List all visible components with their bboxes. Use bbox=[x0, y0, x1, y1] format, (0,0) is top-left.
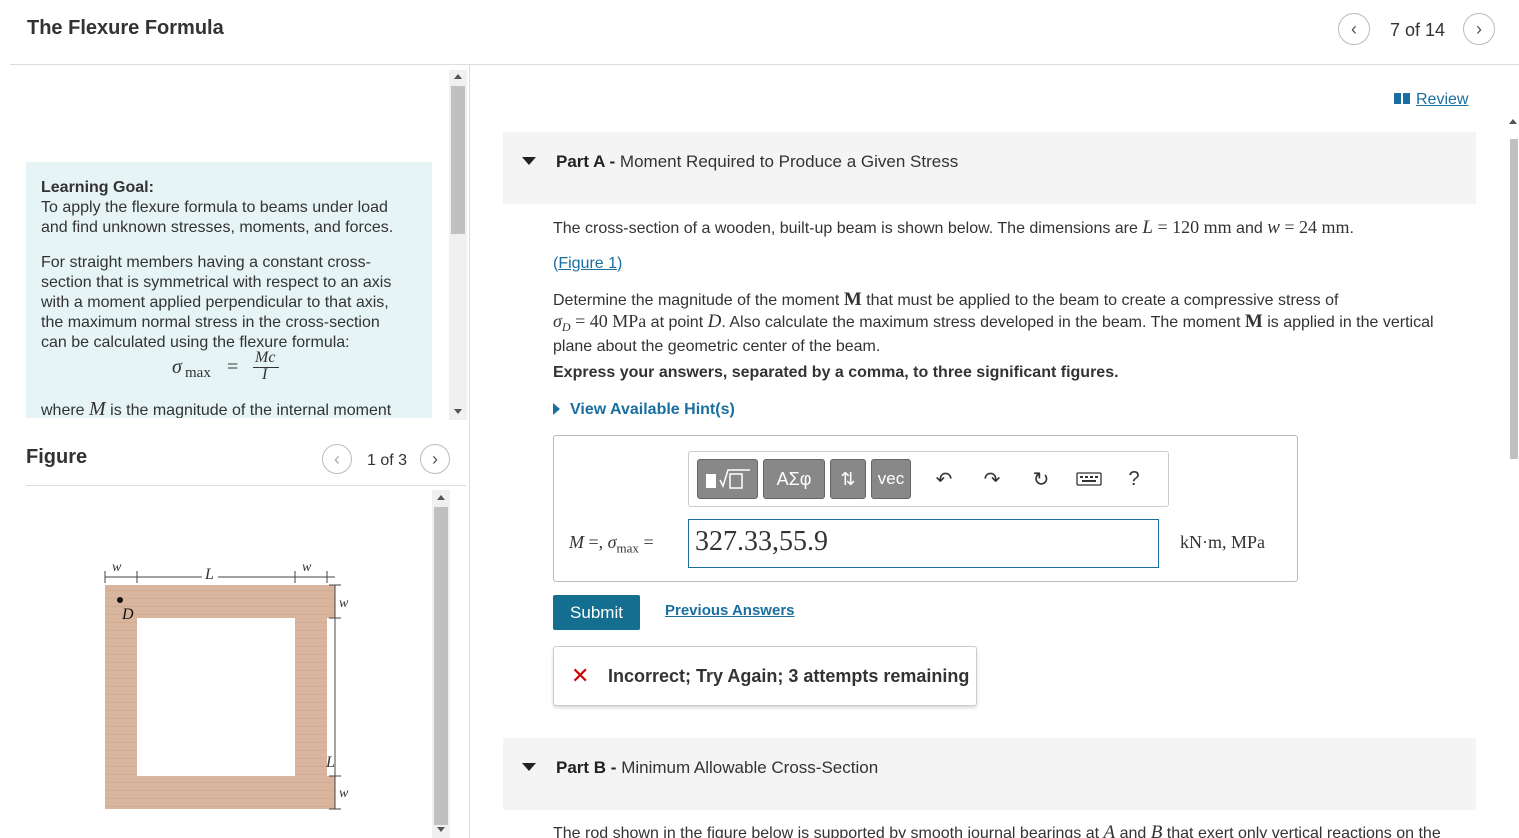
hints-label: View Available Hint(s) bbox=[570, 401, 735, 418]
learning-goal-line: and find unknown stresses, moments, and … bbox=[41, 219, 394, 236]
submit-button[interactable]: Submit bbox=[553, 595, 640, 630]
collapse-triangle-icon[interactable] bbox=[522, 763, 536, 771]
part-a-header[interactable]: Part A - Moment Required to Produce a Gi… bbox=[503, 132, 1476, 204]
paragraph-line: can be calculated using the flexure form… bbox=[41, 334, 350, 351]
reset-icon[interactable]: ↻ bbox=[1026, 464, 1056, 494]
greek-symbols-button[interactable]: ΑΣφ bbox=[763, 459, 825, 499]
top-board bbox=[105, 585, 335, 618]
review-label: Review bbox=[1416, 91, 1469, 108]
learning-goal-paragraph: For straight members having a constant c… bbox=[41, 253, 417, 353]
learning-goal-box: Learning Goal: To apply the flexure form… bbox=[26, 162, 432, 418]
scroll-up-icon[interactable] bbox=[437, 495, 445, 500]
figure-prev-button[interactable]: ‹ bbox=[322, 444, 352, 474]
next-page-button[interactable]: › bbox=[1463, 13, 1495, 45]
dim-label-w: w bbox=[302, 560, 312, 575]
learning-goal-line: To apply the flexure formula to beams un… bbox=[41, 199, 388, 216]
chevron-left-icon: ‹ bbox=[1351, 18, 1357, 39]
paragraph-line: with a moment applied perpendicular to t… bbox=[41, 294, 389, 311]
flexure-formula: σ max = Mc I bbox=[41, 349, 417, 399]
point-D-label: D bbox=[121, 606, 134, 623]
dim-label-L: L bbox=[325, 754, 335, 771]
figure-scrollbar[interactable] bbox=[432, 490, 450, 838]
figure-1-link[interactable]: Figure 1 bbox=[558, 255, 617, 272]
chevron-left-icon: ‹ bbox=[334, 448, 340, 469]
undo-icon[interactable]: ↶ bbox=[929, 464, 959, 494]
formula-denominator: I bbox=[262, 366, 268, 383]
dim-label-w: w bbox=[112, 560, 122, 575]
prev-page-button[interactable]: ‹ bbox=[1338, 13, 1370, 45]
learning-goal-scrollbar[interactable] bbox=[449, 70, 467, 420]
scroll-down-icon[interactable] bbox=[437, 827, 445, 832]
book-icon bbox=[1394, 93, 1410, 104]
collapse-triangle-icon[interactable] bbox=[522, 157, 536, 165]
chevron-right-icon: › bbox=[1476, 18, 1482, 39]
answer-input[interactable]: 327.33,55.9 bbox=[688, 519, 1159, 568]
paragraph-line: section that is symmetrical with respect… bbox=[41, 274, 392, 291]
formula-sigma: σ bbox=[172, 356, 182, 378]
review-link[interactable]: Review bbox=[1394, 91, 1468, 109]
previous-answers-link[interactable]: Previous Answers bbox=[665, 602, 795, 619]
dim-label-w: w bbox=[339, 786, 349, 801]
scroll-down-icon[interactable] bbox=[454, 409, 462, 414]
feedback-box: ✕ Incorrect; Try Again; 3 attempts remai… bbox=[553, 646, 977, 706]
feedback-text: Incorrect; Try Again; 3 attempts remaini… bbox=[608, 666, 970, 686]
part-b-header[interactable]: Part B - Minimum Allowable Cross-Section bbox=[503, 738, 1476, 810]
panel-divider bbox=[469, 65, 470, 838]
page-counter: 7 of 14 bbox=[1390, 20, 1446, 40]
templates-icon bbox=[705, 469, 750, 489]
part-a-title: Part A - Moment Required to Produce a Gi… bbox=[556, 152, 959, 171]
figure-divider bbox=[26, 485, 466, 486]
scroll-thumb[interactable] bbox=[451, 86, 465, 234]
part-b-title: Part B - Minimum Allowable Cross-Section bbox=[556, 758, 879, 777]
where-M: M bbox=[89, 398, 106, 418]
scroll-thumb[interactable] bbox=[434, 507, 448, 825]
figure-counter: 1 of 3 bbox=[367, 452, 408, 469]
where-text: where bbox=[41, 402, 90, 418]
beam-cross-section-figure: w L w D w L w bbox=[104, 560, 349, 810]
formula-equals: = bbox=[227, 356, 239, 378]
help-button[interactable]: ? bbox=[1119, 464, 1149, 494]
view-hints-toggle[interactable]: View Available Hint(s) bbox=[553, 401, 735, 419]
part-b-question-text: The rod shown in the figure below is sup… bbox=[553, 822, 1441, 838]
dim-label-L: L bbox=[204, 566, 214, 583]
subscript-superscript-button[interactable]: ⇅ bbox=[830, 459, 866, 499]
redo-icon[interactable]: ↷ bbox=[977, 464, 1007, 494]
main-scrollbar[interactable] bbox=[1507, 115, 1519, 838]
figure-link[interactable]: (Figure 1) bbox=[553, 254, 622, 274]
bottom-board bbox=[105, 776, 335, 809]
formula-sub: max bbox=[185, 365, 211, 381]
error-x-icon: ✕ bbox=[571, 663, 590, 688]
caret-right-icon bbox=[553, 403, 560, 415]
scroll-thumb[interactable] bbox=[1510, 139, 1518, 459]
header: The Flexure Formula ‹ 7 of 14 › bbox=[0, 0, 1519, 64]
dim-label-w: w bbox=[339, 596, 349, 611]
answer-label: M =, σmax = bbox=[569, 532, 654, 556]
learning-goal-where: where M is the magnitude of the internal… bbox=[41, 399, 417, 418]
page-title: The Flexure Formula bbox=[27, 17, 224, 39]
vector-button[interactable]: vec bbox=[871, 459, 911, 499]
answer-instruction: Express your answers, separated by a com… bbox=[553, 364, 1119, 381]
left-board bbox=[105, 618, 137, 776]
where-text: is the magnitude of the internal moment bbox=[105, 402, 392, 418]
point-D-marker bbox=[117, 597, 123, 603]
answer-units: kN·m, MPa bbox=[1180, 532, 1265, 552]
right-board bbox=[295, 618, 327, 776]
figure-title: Figure bbox=[26, 446, 88, 468]
templates-button[interactable] bbox=[697, 459, 758, 499]
figure-next-button[interactable]: › bbox=[420, 444, 450, 474]
keyboard-icon[interactable] bbox=[1074, 464, 1104, 494]
scroll-up-icon[interactable] bbox=[1509, 119, 1517, 124]
paragraph-line: For straight members having a constant c… bbox=[41, 254, 371, 271]
learning-goal-title: Learning Goal: bbox=[41, 179, 154, 196]
chevron-right-icon: › bbox=[432, 448, 438, 469]
math-toolbar: ΑΣφ ⇅ vec ↶ ↷ ↻ ? bbox=[688, 451, 1169, 507]
question-text: The cross-section of a wooden, built-up … bbox=[553, 217, 1354, 238]
answer-box: ΑΣφ ⇅ vec ↶ ↷ ↻ ? M =, σmax = 327.33,55.… bbox=[553, 435, 1298, 582]
scroll-up-icon[interactable] bbox=[454, 74, 462, 79]
paragraph-line: the maximum normal stress in the cross-s… bbox=[41, 314, 380, 331]
question-text: Determine the magnitude of the moment M … bbox=[553, 289, 1434, 356]
keyboard-shape bbox=[1076, 472, 1102, 486]
left-panel: Learning Goal: To apply the flexure form… bbox=[0, 65, 470, 838]
